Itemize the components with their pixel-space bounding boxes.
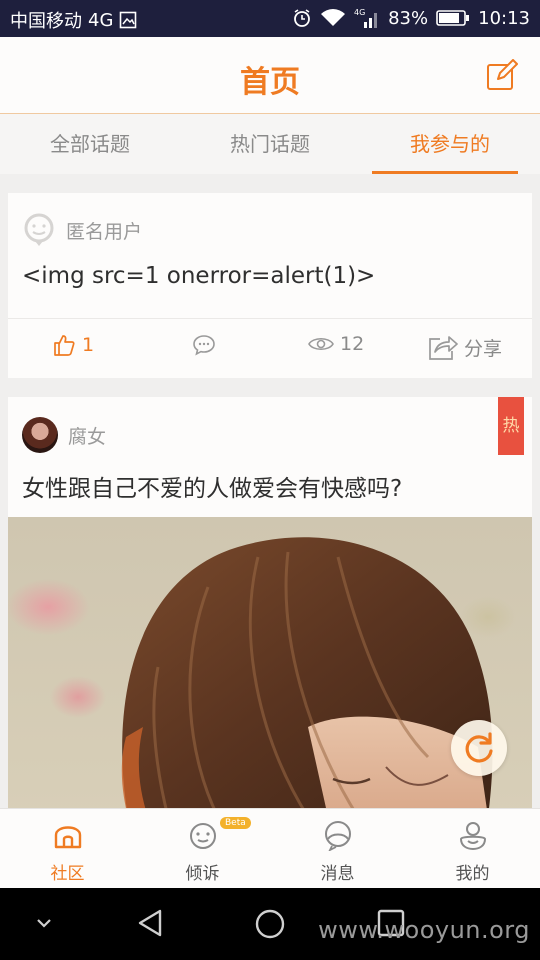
- profile-icon: [459, 822, 486, 851]
- carrier-label: 中国移动: [10, 11, 82, 32]
- edit-icon[interactable]: [486, 59, 518, 91]
- avatar[interactable]: [22, 417, 58, 453]
- bottom-nav: 社区 Beta 倾诉 消息 我的: [0, 808, 540, 889]
- view-count-display: 12: [308, 333, 364, 355]
- chevron-down-icon[interactable]: [34, 916, 54, 930]
- post-author-row: 匿名用户: [22, 213, 142, 247]
- post-author: 匿名用户: [66, 220, 143, 243]
- hair-photo: [121, 537, 493, 817]
- system-nav-bar: www.wooyun.org: [0, 888, 540, 960]
- refresh-icon: [465, 732, 493, 763]
- battery-percent: 83%: [388, 7, 429, 29]
- nav-profile[interactable]: 我的: [405, 809, 540, 889]
- nav-community[interactable]: 社区: [0, 809, 135, 889]
- nav-label: 我的: [455, 864, 490, 884]
- alarm-icon: [294, 9, 311, 27]
- chat-bubble-icon: [324, 821, 351, 851]
- refresh-button[interactable]: [451, 720, 507, 776]
- eye-icon: [308, 337, 334, 351]
- view-count: 12: [340, 333, 365, 355]
- nav-confide[interactable]: Beta 倾诉: [135, 809, 270, 889]
- post-card[interactable]: 匿名用户 <img src=1 onerror=alert(1)> 1 12 分…: [8, 193, 532, 378]
- share-label: 分享: [464, 337, 503, 360]
- comment-icon: [193, 335, 215, 356]
- post-author: 腐女: [68, 425, 107, 448]
- battery-icon: [436, 10, 470, 26]
- network-label: 4G: [88, 9, 114, 31]
- svg-text:4G: 4G: [354, 8, 365, 17]
- watermark: www.wooyun.org: [318, 916, 530, 944]
- back-icon[interactable]: [136, 908, 166, 938]
- tab-all-topics[interactable]: 全部话题: [0, 114, 180, 174]
- home-circle-icon[interactable]: [254, 908, 286, 940]
- comment-button[interactable]: [192, 333, 216, 357]
- nav-label: 社区: [50, 864, 85, 884]
- hot-badge: 热: [498, 397, 524, 455]
- face-icon: [189, 823, 216, 849]
- share-button[interactable]: 分享: [428, 333, 502, 361]
- page-title: 首页: [240, 65, 300, 100]
- post-author-row: 腐女: [22, 417, 106, 453]
- tab-hot-topics[interactable]: 热门话题: [180, 114, 360, 174]
- nav-messages[interactable]: 消息: [270, 809, 405, 889]
- nav-label: 倾诉: [185, 864, 220, 884]
- signal-icon: 4G: [354, 8, 378, 28]
- image-icon: [120, 11, 137, 29]
- post-title: 女性跟自己不爱的人做爱会有快感吗?: [22, 476, 403, 502]
- like-count: 1: [82, 334, 95, 356]
- beta-badge: Beta: [220, 817, 251, 829]
- share-icon: [429, 336, 458, 360]
- post-actions: 1 12 分享: [8, 319, 532, 378]
- app-header: 首页: [0, 37, 540, 114]
- home-icon: [54, 826, 81, 849]
- post-image[interactable]: [8, 517, 532, 817]
- like-button[interactable]: 1: [52, 333, 94, 357]
- wifi-icon: [321, 9, 346, 26]
- clock: 10:13: [478, 7, 530, 29]
- thumbs-up-icon: [54, 335, 75, 356]
- nav-label: 消息: [320, 864, 355, 884]
- anonymous-avatar-icon: [24, 213, 54, 246]
- post-text: <img src=1 onerror=alert(1)>: [22, 263, 376, 289]
- tab-my-participation[interactable]: 我参与的: [360, 114, 540, 174]
- topic-tabs: 全部话题 热门话题 我参与的: [0, 114, 540, 174]
- status-bar: 中国移动 4G 4G 83% 10:13: [0, 0, 540, 37]
